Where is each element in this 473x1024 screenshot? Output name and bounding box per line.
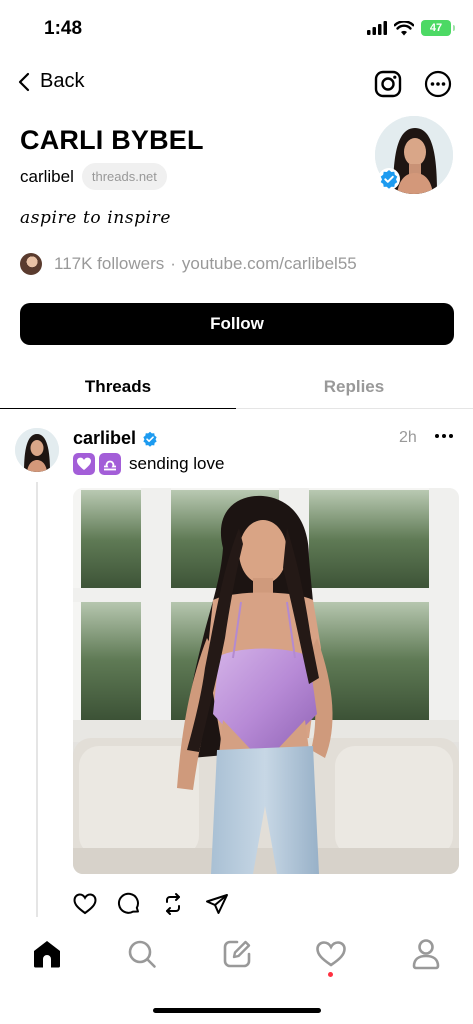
post-timestamp: 2h [399,429,417,446]
tab-replies[interactable]: Replies [236,365,472,409]
purple-heart-emoji-icon [73,453,95,475]
top-nav: Back [0,64,473,104]
post-image[interactable] [73,488,459,874]
battery-level: 47 [429,22,443,34]
like-heart-icon[interactable] [73,893,97,915]
verified-icon [380,170,398,189]
nav-compose[interactable] [219,936,255,972]
home-indicator [153,1008,321,1013]
followers-separator: · [170,254,176,273]
nav-activity[interactable] [313,936,349,972]
followers-count[interactable]: 117K followers [54,254,164,274]
post-author-photo [15,428,59,472]
nav-search[interactable] [124,936,160,972]
profile-link[interactable]: youtube.com/carlibel55 [182,254,357,274]
more-horizontal-icon [435,434,453,438]
followers-row: 117K followers · youtube.com/carlibel55 [20,253,357,275]
post-author-avatar[interactable] [15,428,59,472]
verified-icon [143,431,157,447]
nav-actions [373,69,453,99]
home-icon [34,941,60,968]
nav-home[interactable] [29,936,65,972]
profile-bio: aspire to inspire [20,208,172,228]
more-options-button[interactable] [423,69,453,99]
notification-dot [328,972,333,977]
more-circle-icon [424,70,452,98]
thread-line [36,482,38,917]
activity-heart-icon [316,941,346,967]
chevron-left-icon [18,72,30,91]
status-icons: 47 [367,20,455,36]
profile-tabs: Threads Replies [0,365,473,409]
wifi-icon [394,20,414,35]
nav-profile[interactable] [408,936,444,972]
back-button[interactable]: Back [18,70,84,93]
tab-threads[interactable]: Threads [0,365,236,409]
follower-avatar [20,253,42,275]
follow-button[interactable]: Follow [20,303,454,345]
repost-icon[interactable] [161,892,185,916]
battery-icon: 47 [421,20,455,36]
search-icon [128,940,156,968]
post-author: carlibel [73,428,158,449]
profile-username: carlibel [20,166,74,186]
comment-bubble-icon[interactable] [117,892,141,916]
status-bar: 1:48 47 [0,0,473,60]
back-label: Back [40,70,85,92]
post-author-name[interactable]: carlibel [73,428,136,449]
libra-emoji-icon [99,453,121,475]
status-time: 1:48 [44,18,83,39]
signal-icon [367,21,387,35]
profile-icon [412,939,440,970]
share-send-icon[interactable] [205,892,229,916]
post-photo [73,488,459,874]
compose-icon [223,940,251,968]
bottom-nav [0,930,473,990]
verified-badge [378,168,400,190]
instagram-button[interactable] [373,69,403,99]
post-more-button[interactable] [434,426,454,451]
username-row: carlibel threads.net [20,163,167,190]
post-actions [73,892,229,916]
post-text: sending love [73,453,224,475]
profile-name: CARLI BYBEL [20,125,204,155]
post-caption: sending love [129,454,225,473]
domain-badge[interactable]: threads.net [81,163,167,190]
instagram-icon [374,70,402,98]
